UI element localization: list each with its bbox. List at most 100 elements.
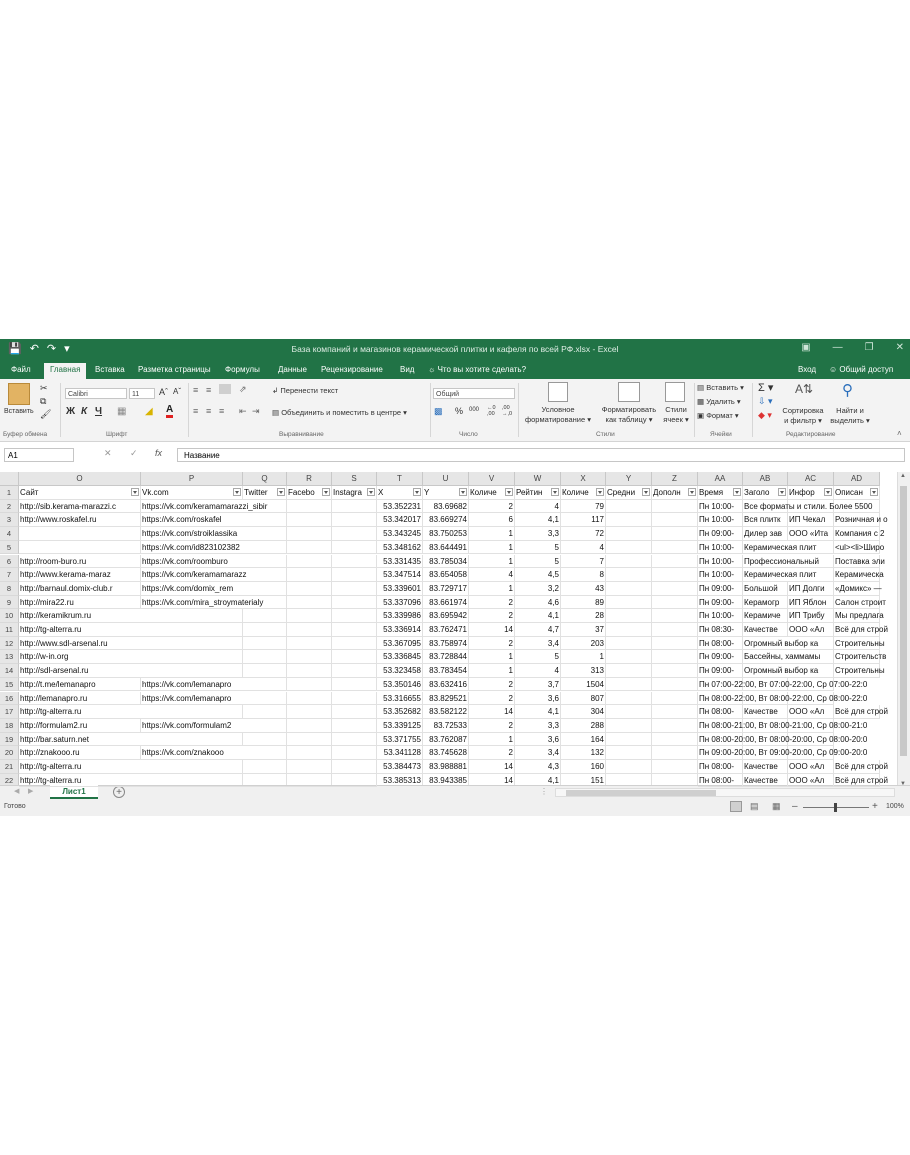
table-cell[interactable]: [652, 527, 698, 541]
filter-dropdown-icon[interactable]: [596, 488, 604, 496]
table-cell[interactable]: 83.728844: [423, 650, 469, 665]
table-cell[interactable]: [606, 760, 652, 774]
table-cell[interactable]: 43: [561, 581, 606, 596]
add-sheet-icon[interactable]: +: [113, 786, 125, 798]
table-cell[interactable]: Пн 09:00-: [698, 527, 743, 541]
table-cell[interactable]: 83.783454: [423, 664, 469, 678]
column-header[interactable]: AB: [743, 472, 788, 486]
table-cell[interactable]: 3,7: [515, 677, 561, 692]
table-cell[interactable]: https://vk.com/id823102382: [141, 540, 377, 555]
table-cell[interactable]: Всё для строй: [834, 705, 888, 719]
table-cell[interactable]: 3,3: [515, 527, 561, 541]
table-cell[interactable]: 2: [469, 718, 515, 733]
zoom-out-icon[interactable]: –: [792, 801, 798, 812]
table-cell[interactable]: 83.661974: [423, 595, 469, 610]
table-cell[interactable]: 83.758974: [423, 636, 469, 651]
increase-decimal-icon[interactable]: ←0,00: [487, 405, 496, 417]
increase-indent-icon[interactable]: ⇥: [252, 406, 260, 417]
row-header[interactable]: 17: [0, 705, 19, 719]
table-cell[interactable]: [606, 623, 652, 637]
zoom-in-icon[interactable]: +: [872, 801, 878, 812]
table-cell[interactable]: Пн 08:00-22:00, Вт 08:00-22:00, Ср 08:00…: [698, 691, 867, 706]
column-header[interactable]: Z: [652, 472, 698, 486]
table-cell[interactable]: [606, 746, 652, 760]
align-top-icon[interactable]: ≡: [193, 385, 198, 395]
table-cell[interactable]: Бассейны, хаммамы: [743, 650, 834, 665]
table-cell[interactable]: https://vk.com/znakooo: [141, 746, 377, 760]
merge-center-button[interactable]: ▤ Объединить и поместить в центре ▾: [272, 408, 407, 417]
row-header[interactable]: 19: [0, 732, 19, 747]
number-format-select[interactable]: Общий: [433, 388, 515, 399]
table-cell[interactable]: 4,3: [515, 760, 561, 774]
table-cell[interactable]: 53.342017: [377, 513, 423, 528]
zoom-slider-thumb[interactable]: [834, 803, 837, 812]
autosum-icon[interactable]: Σ ▾: [758, 381, 773, 394]
table-cell[interactable]: Керамогр: [743, 595, 788, 610]
table-cell[interactable]: Огромный выбор ка: [743, 664, 834, 678]
table-cell[interactable]: 83.72533: [423, 718, 469, 733]
table-cell[interactable]: http://lemanapro.ru: [19, 691, 141, 706]
table-cell[interactable]: Вся плитк: [743, 513, 788, 528]
table-cell[interactable]: 83.762471: [423, 623, 469, 637]
table-cell[interactable]: 53.316655: [377, 691, 423, 706]
table-cell[interactable]: 8: [561, 568, 606, 582]
table-cell[interactable]: Качестве: [743, 760, 788, 774]
table-cell[interactable]: Пн 10:00-: [698, 540, 743, 555]
table-cell[interactable]: 53.352231: [377, 499, 423, 514]
header-cell[interactable]: Описан: [834, 486, 880, 500]
table-cell[interactable]: [606, 595, 652, 610]
table-cell[interactable]: 3,3: [515, 718, 561, 733]
column-header[interactable]: U: [423, 472, 469, 486]
table-cell[interactable]: http://sib.kerama-marazzi.c: [19, 499, 141, 514]
table-cell[interactable]: Пн 09:00-20:00, Вт 09:00-20:00, Ср 09:00…: [698, 746, 867, 760]
insert-function-icon[interactable]: fx: [155, 448, 162, 458]
table-cell[interactable]: [652, 746, 698, 760]
table-cell[interactable]: [606, 513, 652, 528]
row-header[interactable]: 8: [0, 581, 19, 596]
table-cell[interactable]: 1: [469, 581, 515, 596]
table-cell[interactable]: [652, 568, 698, 582]
table-cell[interactable]: 203: [561, 636, 606, 651]
close-icon[interactable]: ✕: [896, 342, 904, 353]
header-cell[interactable]: Twitter: [243, 486, 287, 500]
table-cell[interactable]: https://vk.com/mira_stroymaterialy: [141, 595, 377, 610]
row-header[interactable]: 11: [0, 623, 19, 637]
decrease-indent-icon[interactable]: ⇤: [239, 406, 247, 417]
row-header[interactable]: 1: [0, 486, 19, 500]
cell-styles-button[interactable]: Стили ячеек ▾: [660, 405, 692, 425]
filter-dropdown-icon[interactable]: [824, 488, 832, 496]
table-cell[interactable]: ООО «Ал: [788, 773, 834, 788]
table-cell[interactable]: 1: [561, 650, 606, 665]
table-cell[interactable]: [652, 732, 698, 747]
table-cell[interactable]: 53.339986: [377, 609, 423, 623]
column-header[interactable]: AC: [788, 472, 834, 486]
table-cell[interactable]: 53.323458: [377, 664, 423, 678]
table-cell[interactable]: ИП Яблон: [788, 595, 834, 610]
table-cell[interactable]: 53.336845: [377, 650, 423, 665]
table-cell[interactable]: 83.632416: [423, 677, 469, 692]
fill-color-icon[interactable]: ◢: [145, 406, 153, 417]
formula-input[interactable]: Название: [177, 448, 905, 462]
table-cell[interactable]: Всё для строй: [834, 623, 888, 637]
table-cell[interactable]: 2: [469, 499, 515, 514]
table-cell[interactable]: [606, 718, 652, 733]
row-header[interactable]: 12: [0, 636, 19, 651]
signin-link[interactable]: Вход: [798, 365, 816, 374]
table-cell[interactable]: http://tg-alterra.ru: [19, 760, 377, 774]
table-cell[interactable]: [606, 554, 652, 569]
sort-filter-button[interactable]: Сортировка и фильтр ▾: [778, 406, 828, 426]
header-cell[interactable]: Средни: [606, 486, 652, 500]
table-cell[interactable]: http://mira22.ru: [19, 595, 141, 610]
table-cell[interactable]: 2: [469, 609, 515, 623]
header-cell[interactable]: Рейтин: [515, 486, 561, 500]
scroll-up-icon[interactable]: ▲: [900, 473, 906, 479]
select-all-corner[interactable]: [0, 472, 19, 486]
italic-button[interactable]: К: [81, 406, 87, 417]
wrap-text-button[interactable]: ↲ Перенести текст: [272, 386, 338, 395]
table-cell[interactable]: [606, 609, 652, 623]
table-cell[interactable]: Пн 09:00-: [698, 650, 743, 665]
table-cell[interactable]: Качестве: [743, 705, 788, 719]
percent-icon[interactable]: %: [455, 406, 463, 416]
table-cell[interactable]: ИП Трибу: [788, 609, 834, 623]
table-cell[interactable]: https://vk.com/stroiklassika: [141, 527, 377, 541]
